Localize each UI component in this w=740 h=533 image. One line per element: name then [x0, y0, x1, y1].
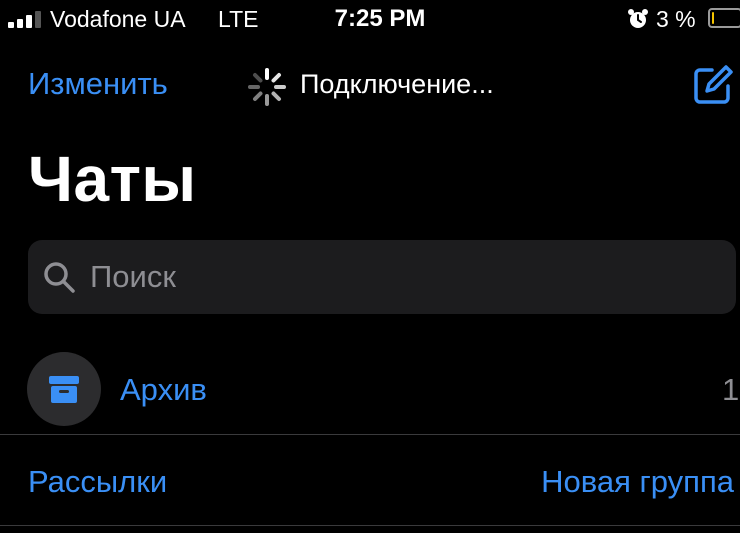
edit-button[interactable]: Изменить [28, 66, 168, 102]
new-group-link[interactable]: Новая группа [541, 464, 734, 500]
status-time: 7:25 PM [334, 5, 426, 32]
divider [0, 525, 740, 526]
spinner-icon [248, 68, 286, 106]
alarm-icon [628, 9, 648, 28]
chats-screen: Vodafone UA LTE 7:25 PM 3 % Изменить Под… [0, 0, 740, 533]
signal-icon [8, 8, 42, 28]
archive-label: Архив [120, 372, 207, 407]
actions-row: Рассылки Новая группа [0, 436, 740, 526]
nav-bar: Изменить Подключение... [0, 50, 740, 120]
carrier-name: Vodafone UA [50, 6, 186, 32]
signal-bar [8, 22, 14, 28]
search-field[interactable]: Поиск [28, 240, 736, 314]
page-title: Чаты [28, 143, 197, 215]
archive-icon [49, 376, 79, 403]
broadcast-link[interactable]: Рассылки [28, 464, 167, 500]
archive-row[interactable]: Архив 1 [0, 350, 740, 435]
battery-percent: 3 % [656, 6, 696, 32]
archive-count: 1 [722, 372, 740, 407]
compose-icon[interactable] [690, 62, 736, 108]
connection-status: Подключение... [300, 69, 494, 99]
divider [0, 434, 740, 435]
battery-level [712, 12, 714, 24]
status-bar: Vodafone UA LTE 7:25 PM 3 % [0, 0, 740, 40]
battery-icon [708, 8, 740, 28]
signal-bar [35, 11, 41, 28]
network-type: LTE [218, 6, 259, 32]
search-placeholder: Поиск [90, 259, 176, 294]
archive-avatar [27, 352, 101, 426]
signal-bar [17, 19, 23, 28]
signal-bar [26, 15, 32, 28]
search-icon [44, 262, 75, 293]
